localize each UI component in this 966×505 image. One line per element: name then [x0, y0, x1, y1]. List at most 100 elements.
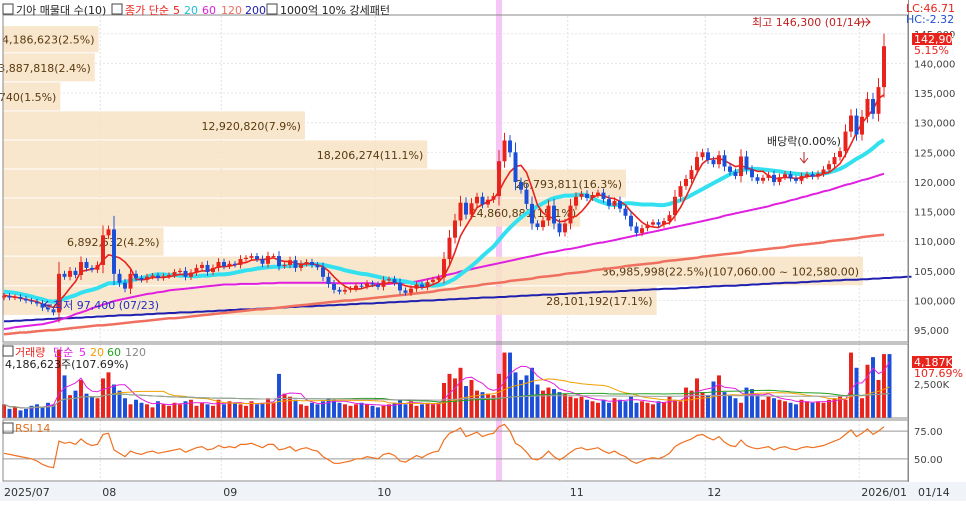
volume-bar	[244, 405, 248, 418]
rsi-tick-75: 75.00	[914, 427, 943, 438]
volume-profile-label: 36,985,998(22.5%)(107,060.00 ~ 102,580.0…	[602, 265, 859, 278]
volume-bar	[117, 390, 122, 418]
candle-body	[178, 270, 182, 273]
volume-bar	[783, 401, 787, 418]
candle-body	[596, 192, 600, 196]
volume-bar	[799, 399, 804, 418]
volume-profile-label: 12,920,820(7.9%)	[201, 120, 301, 133]
candle-body	[370, 283, 375, 285]
candle-body	[458, 202, 463, 221]
candle-body	[359, 285, 364, 287]
chart-canvas[interactable]: 28,101,192(17.1%) 36,985,998(22.5%)(107,0…	[0, 0, 966, 501]
candle-body	[568, 205, 573, 224]
volume-bar	[414, 405, 419, 418]
candle-body	[354, 285, 358, 289]
candle-body	[535, 223, 540, 228]
candle-body	[348, 288, 353, 290]
candle-body	[13, 296, 17, 298]
volume-bar	[293, 399, 298, 418]
candle-body	[304, 261, 309, 264]
candle-body	[777, 177, 782, 182]
candle-body	[783, 174, 787, 178]
volume-bar	[645, 402, 650, 418]
volume-bar	[194, 405, 199, 418]
volume-bar	[365, 404, 369, 418]
candle-body	[79, 261, 83, 276]
candle-body	[387, 279, 391, 281]
volume-bar	[420, 404, 424, 418]
candle-body	[722, 155, 727, 167]
volume-bar	[326, 398, 331, 418]
volume-bar	[343, 404, 347, 418]
volume-bar	[95, 398, 100, 418]
ma-label[interactable]: 종가 단순	[125, 4, 169, 17]
candle-body	[211, 267, 215, 273]
candle-body	[667, 215, 672, 222]
volume-bar	[150, 407, 155, 418]
volume-bar	[590, 401, 595, 418]
candle-body	[288, 260, 292, 265]
candle-body	[293, 260, 298, 268]
volume-bar	[348, 405, 353, 418]
stock-chart[interactable]: 28,101,192(17.1%) 36,985,998(22.5%)(107,0…	[0, 0, 966, 501]
rsi-label[interactable]: RSI 14	[15, 422, 50, 435]
price-tick-label: 140,000	[914, 59, 955, 70]
volume-bar	[134, 399, 138, 418]
candle-body	[216, 261, 221, 268]
date-axis-bg	[0, 482, 966, 501]
price-tick-label: 130,000	[914, 119, 955, 130]
candle-body	[700, 152, 705, 158]
candle-body	[150, 275, 155, 277]
volume-bar	[260, 402, 265, 418]
date-label: 2026/01	[861, 486, 907, 499]
candle-body	[398, 282, 402, 291]
candle-body	[766, 174, 771, 178]
candle-body	[431, 279, 435, 283]
rsi-tick-50: 50.00	[914, 455, 943, 466]
volume-bar	[332, 399, 336, 418]
price-tick-label: 105,000	[914, 267, 955, 278]
ma-period-20: 20	[184, 4, 198, 17]
candle-body	[645, 224, 650, 229]
candle-body	[810, 174, 815, 177]
volume-bar	[145, 404, 149, 418]
volume-bar	[766, 396, 771, 418]
candle-body	[90, 267, 94, 270]
candle-body	[733, 171, 738, 177]
volume-bar	[876, 379, 881, 418]
volume-bar	[519, 379, 523, 418]
volume-bar	[266, 398, 270, 418]
candle-body	[106, 229, 111, 236]
candle-body	[420, 284, 424, 287]
indicator-label[interactable]: 기아 매물대 수(10)	[16, 4, 106, 17]
candle-body	[277, 256, 281, 267]
volume-bar	[684, 387, 688, 418]
volume-bar	[354, 404, 358, 418]
candle-body	[838, 151, 842, 158]
volume-bar	[205, 404, 210, 418]
volume-bar	[398, 399, 402, 418]
candle-body	[854, 115, 859, 135]
option-label[interactable]: 1000억 10% 강세패턴	[280, 4, 390, 17]
candle-body	[62, 273, 67, 277]
candle-body	[711, 160, 716, 165]
candle-body	[750, 169, 754, 178]
ma-period-120: 120	[221, 4, 242, 17]
candle-body	[321, 267, 325, 277]
candle-body	[337, 289, 342, 292]
volume-bar	[678, 401, 683, 418]
volume-bar	[733, 398, 738, 418]
volume-bar	[13, 407, 17, 418]
volume-bar	[662, 402, 666, 418]
volume-bar	[222, 404, 226, 418]
candle-body	[794, 178, 798, 181]
volume-bar	[24, 408, 28, 418]
candle-body	[233, 263, 237, 265]
volume-bar	[563, 393, 567, 418]
volume-bar	[453, 378, 457, 418]
candle-body	[200, 264, 204, 268]
volume-bar	[717, 375, 721, 418]
candle-body	[145, 276, 149, 280]
volume-bar	[139, 402, 144, 418]
candle-body	[414, 284, 419, 289]
